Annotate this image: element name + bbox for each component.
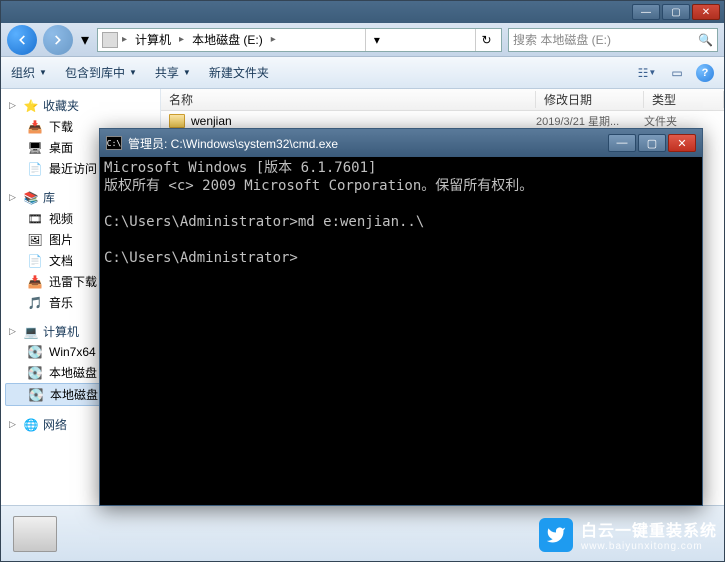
chevron-right-icon: ▸ (269, 34, 278, 45)
file-name: wenjian (191, 114, 232, 128)
search-icon: 🔍 (698, 33, 713, 47)
file-date: 2019/3/21 星期... (536, 113, 644, 129)
cmd-minimize-button[interactable]: — (608, 134, 636, 152)
chevron-right-icon: ▸ (177, 34, 186, 45)
maximize-button[interactable]: ▢ (662, 4, 690, 20)
sidebar-favorites[interactable]: ▷⭐收藏夹 (1, 95, 160, 116)
chevron-right-icon: ▸ (120, 34, 129, 45)
computer-icon: 💻 (23, 324, 39, 340)
watermark: 白云一键重装系统 www.baiyunxitong.com (539, 517, 717, 552)
drive-icon: 💽 (27, 365, 43, 381)
address-bar[interactable]: ▸ 计算机 ▸ 本地磁盘 (E:) ▸ ▾ ↻ (97, 28, 502, 52)
cmd-title-text: 管理员: C:\Windows\system32\cmd.exe (128, 135, 602, 152)
share-button[interactable]: 共享▼ (155, 64, 191, 81)
video-icon: 🎞 (27, 211, 43, 227)
picture-icon: 🖼 (27, 232, 43, 248)
preview-pane-button[interactable]: ▭ (666, 63, 688, 83)
drive-icon: 💽 (27, 344, 43, 360)
watermark-title: 白云一键重装系统 (581, 517, 717, 541)
search-input[interactable]: 搜索 本地磁盘 (E:) 🔍 (508, 28, 718, 52)
baiyun-logo-icon (539, 518, 573, 552)
help-icon[interactable]: ? (696, 64, 714, 82)
include-library-button[interactable]: 包含到库中▼ (65, 64, 137, 81)
organize-button[interactable]: 组织▼ (11, 64, 47, 81)
network-icon: 🌐 (23, 417, 39, 433)
cmd-icon: C:\ (106, 136, 122, 150)
drive-icon: 💽 (28, 387, 44, 403)
address-dropdown[interactable]: ▾ (365, 29, 387, 51)
view-options-button[interactable]: ☷ ▼ (636, 63, 658, 83)
search-placeholder: 搜索 本地磁盘 (E:) (513, 31, 611, 48)
library-icon: 📚 (23, 190, 39, 206)
drive-icon (102, 32, 118, 48)
new-folder-button[interactable]: 新建文件夹 (209, 64, 269, 81)
folder-icon (169, 114, 185, 128)
xunlei-icon: 📥 (27, 274, 43, 290)
cmd-terminal[interactable]: Microsoft Windows [版本 6.1.7601] 版权所有 <c>… (100, 157, 702, 505)
nav-back-button[interactable] (7, 25, 37, 55)
nav-forward-button[interactable] (43, 25, 73, 55)
breadcrumb-drive[interactable]: 本地磁盘 (E:) (188, 31, 267, 48)
nav-history-drop[interactable]: ▾ (79, 30, 91, 50)
file-type: 文件夹 (644, 113, 724, 129)
explorer-titlebar: — ▢ ✕ (1, 1, 724, 23)
cmd-titlebar[interactable]: C:\ 管理员: C:\Windows\system32\cmd.exe — ▢… (100, 129, 702, 157)
minimize-button[interactable]: — (632, 4, 660, 20)
cmd-window[interactable]: C:\ 管理员: C:\Windows\system32\cmd.exe — ▢… (99, 128, 703, 506)
close-button[interactable]: ✕ (692, 4, 720, 20)
download-icon: 📥 (27, 119, 43, 135)
toolbar: 组织▼ 包含到库中▼ 共享▼ 新建文件夹 ☷ ▼ ▭ ? (1, 57, 724, 89)
desktop-icon: 🖥 (27, 140, 43, 156)
music-icon: 🎵 (27, 295, 43, 311)
column-date[interactable]: 修改日期 (536, 91, 644, 108)
column-type[interactable]: 类型 (644, 91, 724, 108)
nav-bar: ▾ ▸ 计算机 ▸ 本地磁盘 (E:) ▸ ▾ ↻ 搜索 本地磁盘 (E:) 🔍 (1, 23, 724, 57)
breadcrumb-computer[interactable]: 计算机 (131, 31, 175, 48)
refresh-icon[interactable]: ↻ (475, 29, 497, 51)
column-headers: 名称 修改日期 类型 (161, 89, 724, 111)
cmd-close-button[interactable]: ✕ (668, 134, 696, 152)
recent-icon: 📄 (27, 161, 43, 177)
star-icon: ⭐ (23, 98, 39, 114)
column-name[interactable]: 名称 (161, 91, 536, 108)
document-icon: 📄 (27, 253, 43, 269)
watermark-url: www.baiyunxitong.com (581, 541, 717, 552)
cmd-maximize-button[interactable]: ▢ (638, 134, 666, 152)
drive-large-icon (13, 516, 57, 552)
